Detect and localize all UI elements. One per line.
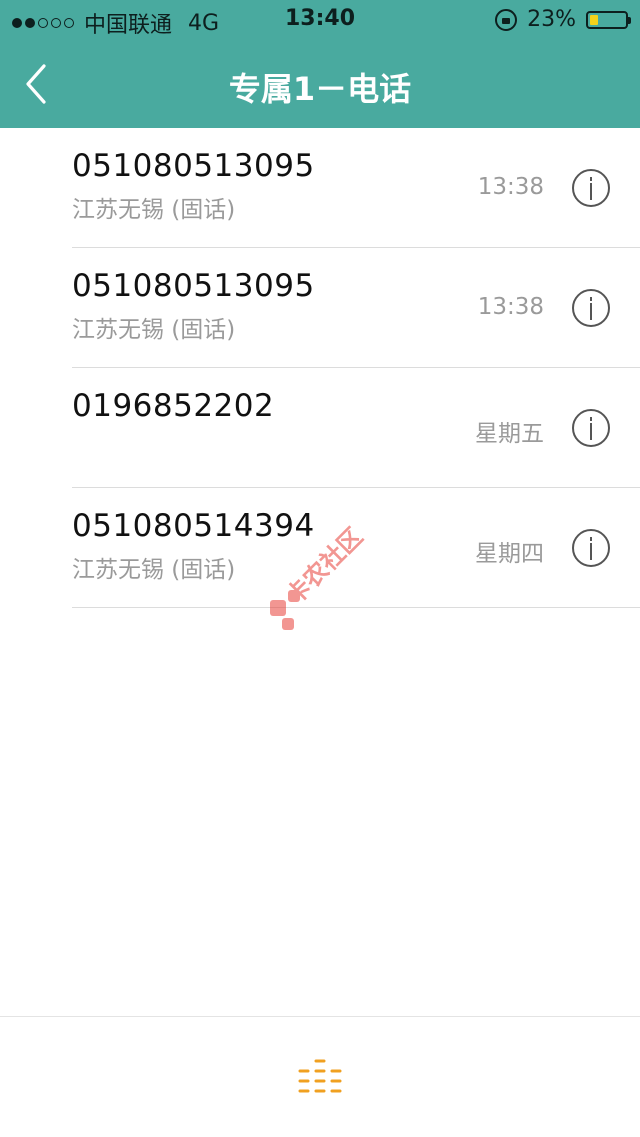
status-bar-right: 23% xyxy=(495,7,631,32)
call-list: 051080513095 江苏无锡 (固话) 13:38 05108051309… xyxy=(72,128,640,608)
call-time: 星期四 xyxy=(475,541,544,567)
call-number: 051080513095 xyxy=(72,268,315,304)
call-time: 13:38 xyxy=(477,294,544,320)
call-number: 051080513095 xyxy=(72,148,315,184)
page-title: 专属1－电话 xyxy=(228,70,412,108)
battery-icon xyxy=(586,10,631,29)
info-icon[interactable] xyxy=(572,529,610,567)
bottom-toolbar xyxy=(0,1016,640,1137)
call-number: 0196852202 xyxy=(72,388,275,424)
call-number: 051080514394 xyxy=(72,508,315,544)
call-row[interactable]: 0196852202 星期五 xyxy=(72,368,640,488)
status-bar: 中国联通 4G 13:40 23% xyxy=(0,0,640,40)
call-location: 江苏无锡 (固话) xyxy=(72,557,236,583)
info-icon[interactable] xyxy=(572,289,610,327)
rotation-lock-icon xyxy=(495,8,518,31)
call-row[interactable]: 051080513095 江苏无锡 (固话) 13:38 xyxy=(72,248,640,368)
call-time: 13:38 xyxy=(477,174,544,200)
call-location: 江苏无锡 (固话) xyxy=(72,197,236,223)
battery-fill xyxy=(590,14,598,25)
call-location: 江苏无锡 (固话) xyxy=(72,317,236,343)
info-icon[interactable] xyxy=(572,409,610,447)
info-icon[interactable] xyxy=(572,169,610,207)
call-row[interactable]: 051080513095 江苏无锡 (固话) 13:38 xyxy=(72,128,640,248)
call-time: 星期五 xyxy=(475,421,544,447)
call-row[interactable]: 051080514394 江苏无锡 (固话) 星期四 xyxy=(72,488,640,608)
keypad-icon[interactable] xyxy=(296,1057,344,1101)
navigation-bar: 专属1－电话 xyxy=(0,40,640,128)
battery-percent: 23% xyxy=(527,7,576,32)
